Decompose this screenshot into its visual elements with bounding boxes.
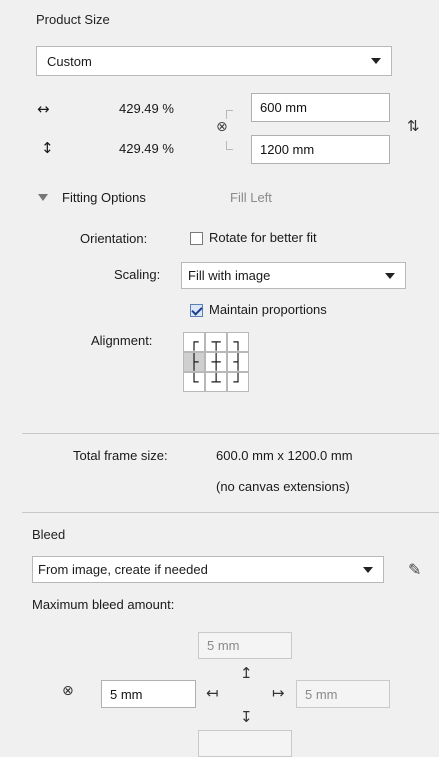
bleed-mode-value: From image, create if needed: [38, 562, 208, 577]
chevron-down-icon: [363, 566, 373, 573]
alignment-label: Alignment:: [91, 333, 153, 348]
bleed-mode-dropdown[interactable]: From image, create if needed: [32, 556, 384, 583]
height-arrow-icon: ↕: [41, 139, 54, 157]
swap-dimensions-icon[interactable]: ⇅: [407, 117, 420, 135]
align-bottom-left-button[interactable]: └: [183, 372, 205, 392]
chevron-down-icon: [385, 272, 395, 279]
bleed-link-icon[interactable]: ⊗: [62, 682, 74, 699]
link-proportions-icon[interactable]: ⊗: [216, 118, 228, 135]
canvas-extension-note: (no canvas extensions): [216, 479, 350, 494]
rotate-checkbox-label: Rotate for better fit: [209, 230, 317, 245]
section-divider: [22, 433, 439, 434]
height-input[interactable]: 1200 mm: [251, 135, 390, 164]
align-middle-right-button[interactable]: ┤: [227, 352, 249, 372]
width-input[interactable]: 600 mm: [251, 93, 390, 122]
maintain-proportions-checkbox[interactable]: [190, 304, 203, 317]
total-frame-size-label: Total frame size:: [73, 448, 168, 463]
triangle-down-icon: [38, 194, 48, 201]
section-divider: [22, 512, 439, 513]
bleed-right-value: 5 mm: [305, 686, 338, 702]
height-input-value: 1200 mm: [260, 142, 315, 157]
bleed-arrow-up-icon: ↥: [240, 664, 253, 682]
rotate-checkbox-row[interactable]: Rotate for better fit: [190, 230, 380, 248]
bleed-arrow-left-icon: ↤: [206, 684, 219, 702]
width-input-value: 600 mm: [260, 100, 307, 115]
link-bracket-bottom: [226, 141, 233, 150]
total-frame-size-value: 600.0 mm x 1200.0 mm: [216, 448, 353, 463]
bleed-bottom-input[interactable]: [198, 730, 292, 757]
bleed-top-input[interactable]: 5 mm: [198, 632, 292, 659]
scaling-label: Scaling:: [114, 267, 161, 282]
maintain-proportions-label: Maintain proportions: [209, 302, 327, 317]
align-top-right-button[interactable]: ┐: [227, 332, 249, 352]
bleed-left-input[interactable]: 5 mm: [101, 680, 196, 708]
bleed-title: Bleed: [32, 527, 66, 542]
align-middle-left-button[interactable]: ├: [183, 352, 205, 372]
product-size-preset-dropdown[interactable]: Custom: [36, 46, 392, 76]
product-size-title: Product Size: [36, 12, 110, 27]
fitting-options-label: Fitting Options: [62, 190, 146, 205]
align-top-center-button[interactable]: ┬: [205, 332, 227, 352]
align-bottom-right-button[interactable]: ┘: [227, 372, 249, 392]
bleed-right-input[interactable]: 5 mm: [296, 680, 390, 708]
rotate-checkbox[interactable]: [190, 232, 203, 245]
maintain-proportions-row[interactable]: Maintain proportions: [190, 302, 390, 320]
align-bottom-center-button[interactable]: ┴: [205, 372, 227, 392]
width-percent: 429.49 %: [119, 101, 174, 116]
fitting-options-toggle[interactable]: Fitting Options: [38, 190, 146, 205]
bleed-left-value: 5 mm: [110, 686, 143, 702]
product-size-preset-value: Custom: [47, 53, 92, 69]
scaling-dropdown[interactable]: Fill with image: [181, 262, 406, 289]
height-percent: 429.49 %: [119, 141, 174, 156]
bleed-top-value: 5 mm: [207, 638, 240, 653]
chevron-down-icon: [371, 58, 381, 64]
maximum-bleed-label: Maximum bleed amount:: [32, 597, 175, 612]
bleed-arrow-right-icon: ↦: [272, 684, 285, 702]
edit-pencil-icon[interactable]: ✎: [408, 560, 421, 580]
alignment-grid: ┌ ┬ ┐ ├ ┼ ┤ └ ┴ ┘: [183, 332, 251, 394]
width-arrow-icon: ↔: [37, 100, 50, 118]
bleed-arrow-down-icon: ↧: [240, 708, 253, 726]
orientation-label: Orientation:: [80, 231, 148, 246]
scaling-value: Fill with image: [188, 268, 271, 283]
fill-status-label: Fill Left: [230, 190, 272, 205]
align-top-left-button[interactable]: ┌: [183, 332, 205, 352]
align-middle-center-button[interactable]: ┼: [205, 352, 227, 372]
